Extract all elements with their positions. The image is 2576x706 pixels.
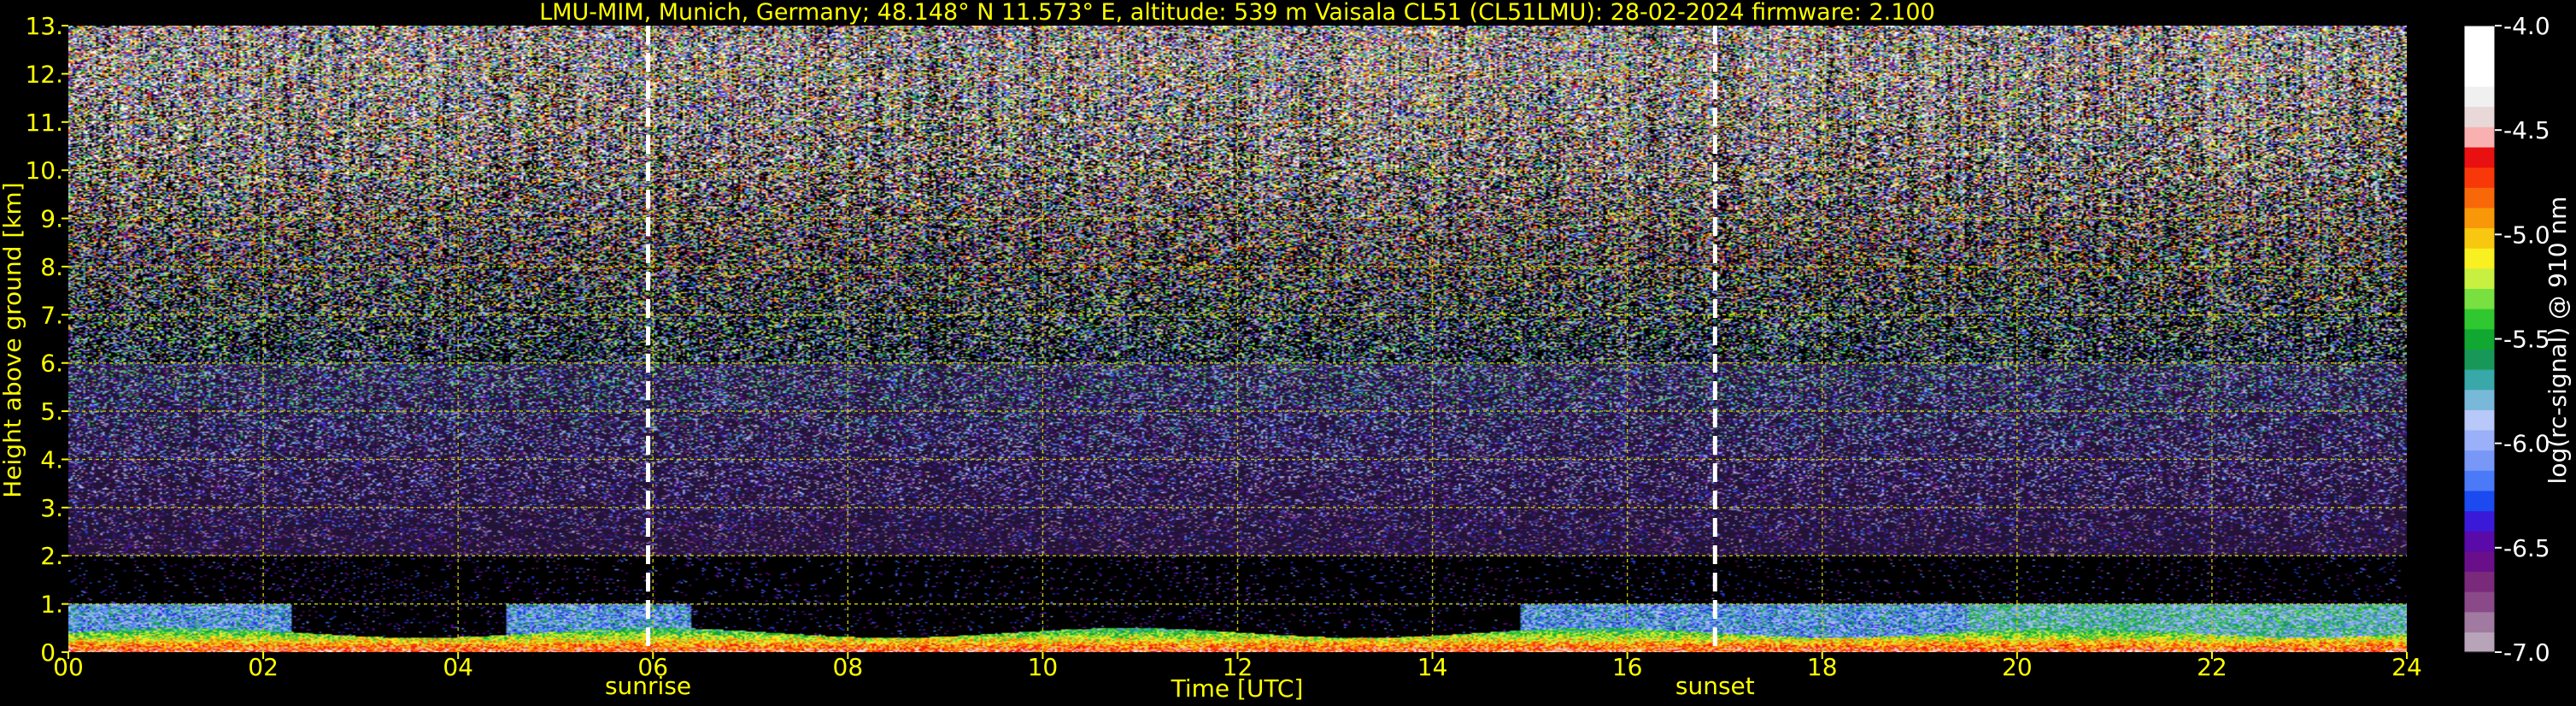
colorbar-segment	[2464, 309, 2495, 330]
colorbar-segment	[2464, 632, 2495, 653]
colorbar-segment	[2464, 268, 2495, 289]
x-tick-label: 10	[1028, 653, 1059, 681]
colorbar-segment	[2464, 126, 2495, 148]
colorbar-segment	[2464, 85, 2495, 108]
colorbar-segment	[2464, 288, 2495, 309]
colorbar-tick-label: -7.0	[2503, 638, 2550, 667]
colorbar-label: log(rc-signal) @ 910 nm	[2544, 197, 2572, 485]
colorbar-segment	[2464, 187, 2495, 209]
y-tick-label: 8.	[40, 253, 63, 281]
y-tick-label: 7.	[40, 301, 63, 329]
x-tick-label: 02	[248, 653, 279, 681]
x-tick-label: 18	[1807, 653, 1838, 681]
colorbar-segment	[2464, 450, 2495, 471]
colorbar-segment	[2464, 26, 2495, 47]
colorbar-segment	[2464, 106, 2495, 127]
x-tick-label: 14	[1417, 653, 1448, 681]
y-tick-label: 10.	[25, 156, 63, 185]
y-tick-label: 13.	[25, 12, 63, 40]
y-tick-label: 9.	[40, 205, 63, 233]
colorbar-segment	[2464, 531, 2495, 552]
colorbar-segment	[2464, 470, 2495, 491]
x-tick-label: 20	[2002, 653, 2033, 681]
colorbar-tick-label: -4.0	[2503, 12, 2550, 40]
x-tick-label: 04	[443, 653, 473, 681]
colorbar-segment	[2464, 146, 2495, 168]
x-tick-label: 22	[2197, 653, 2227, 681]
colorbar-segment	[2464, 611, 2495, 632]
y-tick-label: 5.	[40, 397, 63, 426]
colorbar-segment	[2464, 167, 2495, 188]
colorbar-segment	[2464, 591, 2495, 613]
colorbar-segment	[2464, 389, 2495, 410]
backscatter-heatmap	[68, 26, 2407, 652]
y-tick-label: 3.	[40, 494, 63, 522]
y-tick-label: 4.	[40, 445, 63, 474]
colorbar-segment	[2464, 550, 2495, 573]
colorbar-segment	[2464, 368, 2495, 391]
colorbar-segment	[2464, 490, 2495, 512]
y-tick-label: 11.	[25, 109, 63, 137]
colorbar-segment	[2464, 66, 2495, 87]
colorbar-segment	[2464, 571, 2495, 592]
y-tick-label: 2.	[40, 542, 63, 570]
colorbar-tick-label: -4.5	[2503, 116, 2550, 144]
colorbar-segment	[2464, 510, 2495, 532]
colorbar-segment	[2464, 248, 2495, 269]
chart-title: LMU-MIM, Munich, Germany; 48.148° N 11.5…	[539, 0, 1935, 26]
x-tick-label: 08	[833, 653, 864, 681]
y-tick-label: 12.	[25, 60, 63, 88]
x-tick-label: 06	[637, 653, 668, 681]
colorbar-segment	[2464, 328, 2495, 350]
marker-label-sunset: sunset	[1675, 672, 1755, 700]
colorbar-segment	[2464, 227, 2495, 249]
y-axis-label: Height above ground [km]	[0, 182, 26, 498]
ceilometer-chart: LMU-MIM, Munich, Germany; 48.148° N 11.5…	[0, 0, 2576, 706]
y-tick-label: 6.	[40, 350, 63, 378]
colorbar-segment	[2464, 349, 2495, 370]
colorbar-segment	[2464, 409, 2495, 431]
colorbar-segment	[2464, 429, 2495, 451]
colorbar-segment	[2464, 45, 2495, 67]
x-tick-label: 16	[1612, 653, 1643, 681]
colorbar-segment	[2464, 207, 2495, 229]
colorbar-tick-label: -6.5	[2503, 534, 2550, 562]
x-tick-label: 24	[2391, 653, 2422, 681]
y-tick-label: 0.	[40, 638, 63, 667]
y-tick-label: 1.	[40, 591, 63, 619]
x-axis-label: Time [UTC]	[1171, 674, 1304, 703]
